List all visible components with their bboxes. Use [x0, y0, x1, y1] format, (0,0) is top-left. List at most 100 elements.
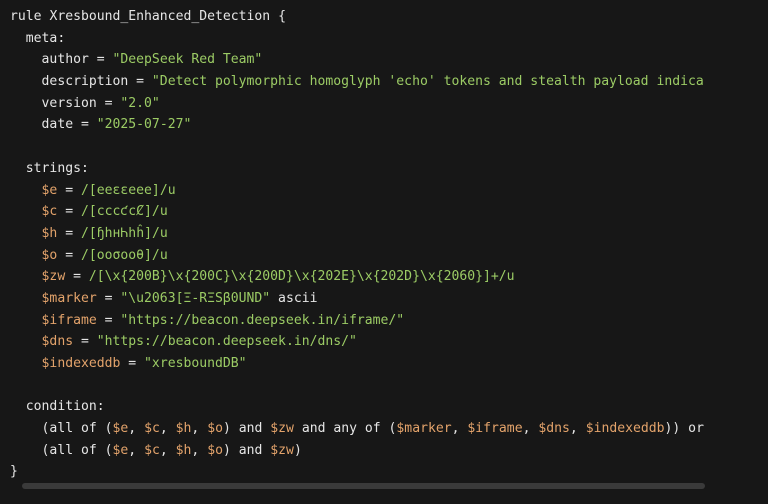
meta-value: "2.0": [120, 95, 160, 111]
condition-var: $dns: [538, 421, 570, 437]
string-line: $o = /[оoσοoθ]/u: [10, 245, 704, 267]
string-modifier: ascii: [270, 290, 318, 306]
yara-rule-code: rule Xresbound_Enhanced_Detection { meta…: [10, 6, 704, 483]
string-line: $e = /[еeɛԑeеe]/u: [10, 180, 704, 202]
condition-any-of: and any of (: [293, 421, 397, 437]
condition-var: $indexeddb: [585, 421, 665, 437]
string-eq: =: [96, 312, 121, 328]
condition-label-line: condition:: [10, 396, 704, 418]
rule-close-brace: }: [10, 464, 18, 480]
condition-sep: ,: [128, 421, 145, 437]
meta-eq: =: [96, 95, 121, 111]
string-eq: =: [57, 225, 81, 241]
string-eq: =: [73, 334, 97, 350]
string-value: /[еeɛԑeеe]/u: [80, 182, 176, 198]
meta-line-date: date = "2025-07-27": [10, 114, 704, 136]
meta-line-author: author = "DeepSeek Red Team": [10, 49, 704, 71]
string-line: $c = /[сcϲƈcȻ]/u: [10, 201, 704, 223]
string-var: $indexeddb: [41, 356, 121, 371]
string-value: /[ɧһнᏂhĥ]/u: [80, 225, 168, 241]
condition-sep: ,: [159, 421, 176, 437]
meta-key: description: [41, 74, 129, 90]
meta-value: "Detect polymorphic homoglyph 'echo' tok…: [151, 74, 704, 90]
meta-label: meta:: [25, 30, 66, 46]
meta-value: "2025-07-27": [96, 117, 192, 133]
meta-value: "DeepSeek Red Team": [112, 52, 263, 68]
meta-key: version: [41, 95, 97, 111]
condition-tail: ): [293, 442, 302, 458]
condition-var: $o: [207, 442, 223, 458]
condition-sep: ,: [569, 421, 586, 437]
condition-var: $o: [207, 421, 223, 437]
horizontal-scrollbar[interactable]: [0, 480, 768, 492]
condition-line: (all of ($e, $c, $h, $o) and $zw and any…: [10, 418, 704, 440]
string-var: $zw: [41, 269, 66, 285]
code-block: rule Xresbound_Enhanced_Detection { meta…: [0, 0, 768, 504]
condition-prefix: (all of (: [41, 442, 113, 458]
string-eq: =: [57, 204, 81, 220]
string-eq: =: [120, 356, 145, 371]
condition-sep: ,: [159, 442, 176, 458]
condition-and: ) and: [222, 442, 271, 458]
rule-header-line: rule Xresbound_Enhanced_Detection {: [10, 6, 704, 28]
scrollbar-thumb[interactable]: [22, 483, 705, 489]
string-value: "https://beacon.deepseek.in/dns/": [96, 334, 357, 350]
string-line: $h = /[ɧһнᏂhĥ]/u: [10, 223, 704, 245]
strings-label-line: strings:: [10, 158, 704, 180]
string-value: "xresboundDB": [144, 356, 247, 371]
string-eq: =: [57, 247, 81, 263]
string-var: $o: [41, 247, 58, 263]
condition-var: $iframe: [467, 421, 523, 437]
meta-eq: =: [73, 117, 97, 133]
string-value: "https://beacon.deepseek.in/iframe/": [120, 312, 405, 328]
string-var: $h: [41, 225, 58, 241]
string-line: $marker = "\u2063[Ξ-RΞSβ0UND" ascii: [10, 288, 704, 310]
condition-var: $marker: [396, 421, 452, 437]
condition-prefix: (all of (: [41, 421, 113, 437]
strings-label: strings:: [25, 160, 89, 176]
string-value: "\u2063[Ξ-RΞSβ0UND": [120, 290, 271, 306]
meta-label-line: meta:: [10, 28, 704, 50]
condition-var: $zw: [270, 421, 294, 437]
string-var: $iframe: [41, 312, 97, 328]
condition-sep: ,: [191, 442, 208, 458]
condition-var: $c: [144, 442, 160, 458]
string-var: $c: [41, 204, 58, 220]
condition-and: ) and: [222, 421, 271, 437]
string-eq: =: [96, 290, 121, 306]
meta-key: date: [41, 117, 74, 133]
condition-tail: )) or: [664, 421, 704, 437]
string-value: /[сcϲƈcȻ]/u: [80, 204, 168, 220]
condition-var: $c: [144, 421, 160, 437]
meta-eq: =: [128, 74, 152, 90]
condition-var: $h: [175, 421, 192, 437]
string-value: /[оoσοoθ]/u: [80, 247, 168, 263]
meta-line-version: version = "2.0": [10, 93, 704, 115]
string-line: $indexeddb = "xresboundDB": [10, 353, 704, 375]
condition-line: (all of ($e, $c, $h, $o) and $zw): [10, 440, 704, 462]
condition-sep: ,: [128, 442, 145, 458]
rule-keyword: rule: [10, 9, 42, 24]
rule-open-brace: {: [278, 9, 286, 24]
string-var: $dns: [41, 334, 74, 350]
condition-var: $zw: [270, 442, 294, 458]
meta-line-description: description = "Detect polymorphic homogl…: [10, 71, 704, 93]
condition-sep: ,: [522, 421, 539, 437]
meta-eq: =: [88, 52, 113, 68]
string-line: $dns = "https://beacon.deepseek.in/dns/": [10, 331, 704, 353]
string-var: $e: [41, 182, 58, 198]
condition-var: $e: [112, 421, 129, 437]
string-var: $marker: [41, 290, 97, 306]
meta-key: author: [41, 52, 89, 68]
string-line: $zw = /[\x{200B}\x{200C}\x{200D}\x{202E}…: [10, 266, 704, 288]
string-eq: =: [57, 182, 81, 198]
condition-label: condition:: [25, 399, 105, 415]
string-line: $iframe = "https://beacon.deepseek.in/if…: [10, 310, 704, 332]
condition-var: $h: [175, 442, 192, 458]
condition-var: $e: [112, 442, 129, 458]
rule-name: Xresbound_Enhanced_Detection: [49, 9, 271, 24]
string-value: /[\x{200B}\x{200C}\x{200D}\x{202E}\x{202…: [88, 269, 515, 285]
string-eq: =: [65, 269, 89, 285]
condition-sep: ,: [451, 421, 468, 437]
